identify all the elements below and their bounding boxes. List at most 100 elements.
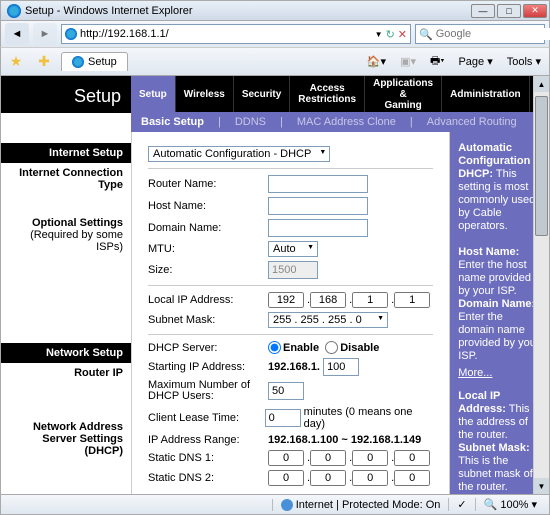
- url-input[interactable]: [80, 28, 372, 40]
- router-name-label: Router Name:: [148, 178, 268, 190]
- dns1-2[interactable]: [310, 450, 346, 466]
- favorites-button[interactable]: ★: [5, 51, 27, 73]
- max-users-input[interactable]: [268, 382, 304, 400]
- label-router-ip: Router IP: [1, 363, 131, 383]
- scroll-down-button[interactable]: ▼: [534, 478, 549, 494]
- zone-info[interactable]: Internet | Protected Mode: On: [272, 499, 449, 511]
- ip-octet-1[interactable]: [268, 292, 304, 308]
- scroll-thumb[interactable]: [535, 96, 548, 236]
- tab-access[interactable]: Access Restrictions: [290, 76, 365, 112]
- subtab-mac[interactable]: MAC Address Clone: [297, 116, 396, 128]
- search-box[interactable]: 🔍 ▼: [415, 24, 545, 44]
- tab-title: Setup: [88, 56, 117, 68]
- search-icon: 🔍: [419, 28, 433, 41]
- navigation-bar: ◄ ► ▼ ↻ ✕ 🔍 ▼: [0, 20, 550, 48]
- dropdown-icon[interactable]: ▼: [375, 30, 383, 39]
- add-favorites-button[interactable]: ✚: [33, 51, 55, 73]
- main-tabs: Setup Wireless Security Access Restricti…: [131, 76, 549, 112]
- domain-name-label: Domain Name:: [148, 222, 268, 234]
- router-name-input[interactable]: [268, 175, 368, 193]
- zoom-cell[interactable]: 🔍 100% ▾: [475, 498, 545, 511]
- feeds-menu[interactable]: ▣▾: [396, 53, 420, 70]
- range-label: IP Address Range:: [148, 434, 268, 446]
- close-button[interactable]: ✕: [523, 4, 547, 18]
- dns2-2[interactable]: [310, 470, 346, 486]
- host-name-input[interactable]: [268, 197, 368, 215]
- window-title: Setup - Windows Internet Explorer: [25, 5, 193, 17]
- tab-wireless[interactable]: Wireless: [176, 76, 234, 112]
- section-network-setup: Network Setup: [1, 343, 131, 363]
- dns2-4[interactable]: [394, 470, 430, 486]
- print-menu[interactable]: 🖶▾: [426, 50, 448, 73]
- vertical-scrollbar[interactable]: ▲ ▼: [533, 76, 549, 494]
- start-ip-label: Starting IP Address:: [148, 361, 268, 373]
- forward-button[interactable]: ►: [33, 23, 57, 45]
- page-menu[interactable]: Page ▾: [454, 53, 496, 70]
- subtab-basic[interactable]: Basic Setup: [141, 116, 204, 128]
- content-viewport: Setup Internet Setup Internet Connection…: [0, 76, 550, 495]
- mtu-label: MTU:: [148, 243, 268, 255]
- page-heading: Setup: [1, 76, 131, 113]
- connection-type-select[interactable]: Automatic Configuration - DHCP: [148, 146, 330, 162]
- dns1-3[interactable]: [352, 450, 388, 466]
- subtab-ddns[interactable]: DDNS: [235, 116, 266, 128]
- start-ip-input[interactable]: [323, 358, 359, 376]
- ip-octet-4[interactable]: [394, 292, 430, 308]
- dhcp-label: DHCP Server:: [148, 342, 268, 354]
- refresh-icon[interactable]: ↻: [386, 28, 395, 41]
- dns1-label: Static DNS 1:: [148, 452, 268, 464]
- browser-tab[interactable]: Setup: [61, 52, 128, 71]
- dhcp-disable-radio[interactable]: [325, 341, 338, 354]
- lease-label: Client Lease Time:: [148, 412, 265, 424]
- tab-icon: [72, 56, 84, 68]
- home-menu[interactable]: 🏠▾: [363, 53, 390, 70]
- subtab-routing[interactable]: Advanced Routing: [427, 116, 517, 128]
- address-bar[interactable]: ▼ ↻ ✕: [61, 24, 411, 44]
- domain-name-input[interactable]: [268, 219, 368, 237]
- size-label: Size:: [148, 264, 268, 276]
- maximize-button[interactable]: □: [497, 4, 521, 18]
- help-dhcp: Automatic Configuration - DHCP: This set…: [458, 142, 541, 233]
- mode-cell[interactable]: ✓: [448, 498, 474, 511]
- dns2-1[interactable]: [268, 470, 304, 486]
- window-titlebar: Setup - Windows Internet Explorer — □ ✕: [0, 0, 550, 20]
- center-column: Setup Wireless Security Access Restricti…: [131, 76, 549, 494]
- page-icon: [65, 28, 77, 40]
- help-domainname: Domain Name: Enter the domain name provi…: [458, 298, 541, 363]
- host-name-label: Host Name:: [148, 200, 268, 212]
- ie-icon: [7, 4, 21, 18]
- help-more-link-1[interactable]: More...: [458, 367, 541, 380]
- help-subnet: Subnet Mask: This is the subnet mask of …: [458, 442, 541, 494]
- stop-icon[interactable]: ✕: [398, 28, 407, 41]
- search-input[interactable]: [436, 28, 550, 40]
- left-column: Setup Internet Setup Internet Connection…: [1, 76, 131, 494]
- section-internet-setup: Internet Setup: [1, 143, 131, 163]
- tab-security[interactable]: Security: [234, 76, 290, 112]
- tab-setup[interactable]: Setup: [131, 76, 176, 112]
- tools-menu[interactable]: Tools ▾: [503, 53, 545, 70]
- tab-apps[interactable]: Applications & Gaming: [365, 76, 442, 112]
- tab-admin[interactable]: Administration: [442, 76, 530, 112]
- subnet-select[interactable]: 255 . 255 . 255 . 0: [268, 312, 388, 328]
- label-conn-type: Internet Connection Type: [1, 163, 131, 195]
- dns1-1[interactable]: [268, 450, 304, 466]
- form-area: Automatic Configuration - DHCP Router Na…: [131, 132, 450, 494]
- globe-icon: [281, 499, 293, 511]
- mtu-select[interactable]: Auto: [268, 241, 318, 257]
- dns2-3[interactable]: [352, 470, 388, 486]
- dhcp-enable-radio[interactable]: [268, 341, 281, 354]
- command-bar: ★ ✚ Setup 🏠▾ ▣▾ 🖶▾ Page ▾ Tools ▾: [0, 48, 550, 76]
- sub-tabs: Basic Setup | DDNS | MAC Address Clone |…: [131, 112, 549, 132]
- minimize-button[interactable]: —: [471, 4, 495, 18]
- ip-range-value: 192.168.1.100 ~ 192.168.1.149: [268, 434, 421, 446]
- ip-octet-2[interactable]: [310, 292, 346, 308]
- scroll-up-button[interactable]: ▲: [534, 76, 549, 92]
- lease-input[interactable]: [265, 409, 301, 427]
- back-button[interactable]: ◄: [5, 23, 29, 45]
- dns2-label: Static DNS 2:: [148, 472, 268, 484]
- size-input: [268, 261, 318, 279]
- max-users-label: Maximum Number of DHCP Users:: [148, 380, 268, 402]
- ip-octet-3[interactable]: [352, 292, 388, 308]
- dns1-4[interactable]: [394, 450, 430, 466]
- status-bar: Internet | Protected Mode: On ✓ 🔍 100% ▾: [0, 495, 550, 515]
